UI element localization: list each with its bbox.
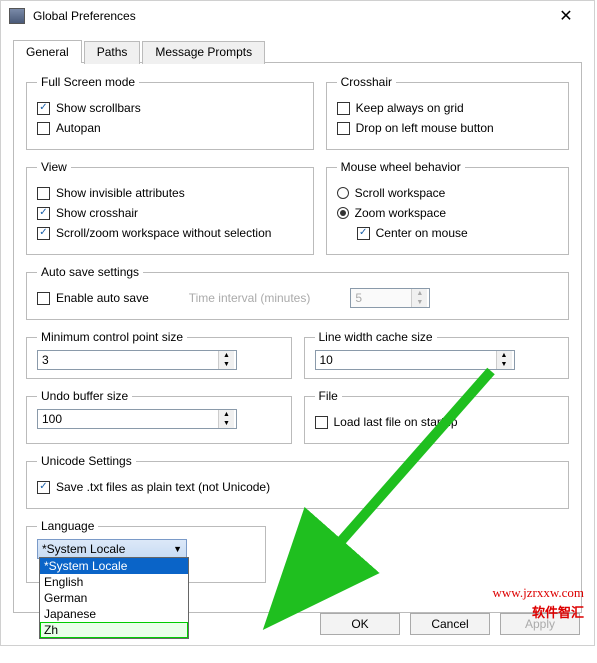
drop-lmb-checkbox[interactable]: Drop on left mouse button bbox=[337, 121, 558, 135]
save-plain-text-checkbox[interactable]: Save .txt files as plain text (not Unico… bbox=[37, 480, 558, 494]
autosave-group: Auto save settings Enable auto save Time… bbox=[26, 265, 569, 320]
load-last-file-checkbox[interactable]: Load last file on startup bbox=[315, 415, 559, 429]
cancel-button[interactable]: Cancel bbox=[410, 613, 490, 635]
language-option-japanese[interactable]: Japanese bbox=[40, 606, 188, 622]
interval-spinner: ▲▼ bbox=[350, 288, 430, 308]
show-scrollbars-checkbox[interactable]: Show scrollbars bbox=[37, 101, 303, 115]
show-crosshair-checkbox[interactable]: Show crosshair bbox=[37, 206, 303, 220]
close-button[interactable]: ✕ bbox=[546, 6, 586, 26]
language-option-zh[interactable]: Zh bbox=[40, 622, 188, 638]
checkbox-icon bbox=[337, 102, 350, 115]
radio-icon bbox=[337, 187, 349, 199]
spin-down-icon[interactable]: ▼ bbox=[219, 360, 234, 369]
fullscreen-group: Full Screen mode Show scrollbars Autopan bbox=[26, 75, 314, 150]
file-group: File Load last file on startup bbox=[304, 389, 570, 444]
crosshair-legend: Crosshair bbox=[337, 75, 396, 89]
spin-up-icon[interactable]: ▲ bbox=[219, 351, 234, 360]
spin-up-icon[interactable]: ▲ bbox=[497, 351, 512, 360]
scroll-workspace-radio[interactable]: Scroll workspace bbox=[337, 186, 558, 200]
checkbox-icon bbox=[357, 227, 370, 240]
spin-down-icon: ▼ bbox=[412, 298, 427, 307]
minpt-group: Minimum control point size ▲▼ bbox=[26, 330, 292, 379]
file-legend: File bbox=[315, 389, 342, 403]
minpt-input[interactable] bbox=[38, 351, 218, 369]
undo-input[interactable] bbox=[38, 410, 218, 428]
undo-legend: Undo buffer size bbox=[37, 389, 132, 403]
unicode-group: Unicode Settings Save .txt files as plai… bbox=[26, 454, 569, 509]
tab-general[interactable]: General bbox=[13, 40, 82, 63]
chevron-down-icon: ▼ bbox=[173, 544, 182, 554]
checkbox-icon bbox=[37, 481, 50, 494]
wheel-legend: Mouse wheel behavior bbox=[337, 160, 465, 174]
dialog-title: Global Preferences bbox=[33, 9, 546, 23]
tab-bar: General Paths Message Prompts bbox=[13, 39, 582, 63]
undo-spinner[interactable]: ▲▼ bbox=[37, 409, 237, 429]
autosave-legend: Auto save settings bbox=[37, 265, 143, 279]
interval-label: Time interval (minutes) bbox=[189, 291, 311, 305]
checkbox-icon bbox=[37, 292, 50, 305]
linewidth-spinner[interactable]: ▲▼ bbox=[315, 350, 515, 370]
wheel-group: Mouse wheel behavior Scroll workspace Zo… bbox=[326, 160, 569, 255]
view-group: View Show invisible attributes Show cros… bbox=[26, 160, 314, 255]
checkbox-icon bbox=[37, 102, 50, 115]
crosshair-group: Crosshair Keep always on grid Drop on le… bbox=[326, 75, 569, 150]
enable-autosave-checkbox[interactable]: Enable auto save bbox=[37, 291, 149, 305]
checkbox-icon bbox=[315, 416, 328, 429]
linewidth-legend: Line width cache size bbox=[315, 330, 437, 344]
title-bar: Global Preferences ✕ bbox=[1, 1, 594, 31]
preferences-dialog: Global Preferences ✕ General Paths Messa… bbox=[0, 0, 595, 646]
watermark-url: www.jzrxxw.com bbox=[493, 585, 584, 601]
checkbox-icon bbox=[337, 122, 350, 135]
keep-on-grid-checkbox[interactable]: Keep always on grid bbox=[337, 101, 558, 115]
spin-up-icon: ▲ bbox=[412, 289, 427, 298]
checkbox-icon bbox=[37, 122, 50, 135]
checkbox-icon bbox=[37, 227, 50, 240]
radio-icon bbox=[337, 207, 349, 219]
spin-down-icon[interactable]: ▼ bbox=[219, 419, 234, 428]
center-on-mouse-checkbox[interactable]: Center on mouse bbox=[357, 226, 558, 240]
ok-button[interactable]: OK bbox=[320, 613, 400, 635]
scroll-without-selection-checkbox[interactable]: Scroll/zoom workspace without selection bbox=[37, 226, 303, 240]
autopan-checkbox[interactable]: Autopan bbox=[37, 121, 303, 135]
fullscreen-legend: Full Screen mode bbox=[37, 75, 139, 89]
spin-up-icon[interactable]: ▲ bbox=[219, 410, 234, 419]
minpt-legend: Minimum control point size bbox=[37, 330, 187, 344]
language-option-system[interactable]: *System Locale bbox=[40, 558, 188, 574]
minpt-spinner[interactable]: ▲▼ bbox=[37, 350, 237, 370]
linewidth-input[interactable] bbox=[316, 351, 496, 369]
language-combo[interactable]: *System Locale ▼ bbox=[37, 539, 187, 559]
language-option-german[interactable]: German bbox=[40, 590, 188, 606]
checkbox-icon bbox=[37, 187, 50, 200]
unicode-legend: Unicode Settings bbox=[37, 454, 136, 468]
tab-paths[interactable]: Paths bbox=[84, 41, 141, 64]
view-legend: View bbox=[37, 160, 71, 174]
spin-down-icon[interactable]: ▼ bbox=[497, 360, 512, 369]
zoom-workspace-radio[interactable]: Zoom workspace bbox=[337, 206, 558, 220]
watermark-text: 软件智汇 bbox=[532, 602, 584, 621]
undo-group: Undo buffer size ▲▼ bbox=[26, 389, 292, 444]
linewidth-group: Line width cache size ▲▼ bbox=[304, 330, 570, 379]
language-legend: Language bbox=[37, 519, 98, 533]
interval-input bbox=[351, 289, 411, 307]
tab-prompts[interactable]: Message Prompts bbox=[142, 41, 265, 64]
language-option-english[interactable]: English bbox=[40, 574, 188, 590]
app-icon bbox=[9, 8, 25, 24]
language-selected: *System Locale bbox=[42, 542, 125, 556]
language-dropdown[interactable]: *System Locale English German Japanese Z… bbox=[39, 557, 189, 639]
show-invisible-checkbox[interactable]: Show invisible attributes bbox=[37, 186, 303, 200]
checkbox-icon bbox=[37, 207, 50, 220]
tab-content: Full Screen mode Show scrollbars Autopan… bbox=[13, 63, 582, 613]
